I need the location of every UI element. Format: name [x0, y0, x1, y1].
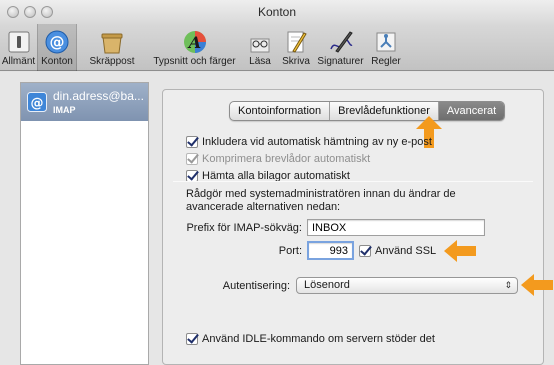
- toolbar-label: Läsa: [249, 56, 271, 67]
- toolbar-label: Skriva: [282, 56, 310, 67]
- idle-checkbox[interactable]: [186, 333, 198, 345]
- svg-text:A: A: [186, 33, 200, 52]
- include-label: Inkludera vid automatisk hämtning av ny …: [202, 136, 432, 148]
- toolbar-label: Signaturer: [317, 56, 364, 67]
- use-ssl-option[interactable]: Använd SSL: [359, 244, 436, 258]
- compact-label: Komprimera brevlådor automatiskt: [202, 153, 371, 165]
- account-settings-panel: Kontoinformation Brevlådefunktioner Avan…: [162, 89, 553, 365]
- authentication-label: Autentisering:: [222, 280, 290, 292]
- advanced-info-text: Rådgör med systemadministratören innan d…: [186, 188, 456, 213]
- at-sign-icon: @: [45, 30, 69, 54]
- toolbar-item-rules[interactable]: Regler: [367, 24, 405, 71]
- updown-arrows-icon: ⇕: [504, 280, 512, 290]
- font-color-icon: A: [183, 31, 206, 53]
- signature-pen-icon: [329, 31, 353, 53]
- port-label: Port:: [278, 245, 302, 257]
- switch-icon: [8, 31, 29, 53]
- tab-advanced[interactable]: Avancerat: [438, 102, 505, 120]
- toolbar-label: Regler: [371, 56, 401, 67]
- imap-prefix-input[interactable]: [307, 219, 485, 236]
- toolbar-item-reading[interactable]: Läsa: [242, 24, 278, 71]
- preferences-toolbar: Allmänt @ Konton Skräppost A Typsnitt oc…: [0, 24, 554, 71]
- toolbar-label: Typsnitt och färger: [153, 56, 236, 67]
- rules-icon: [376, 32, 396, 52]
- toolbar-item-accounts[interactable]: @ Konton: [37, 24, 77, 71]
- account-list: @ din.adress@ba... IMAP: [20, 82, 149, 365]
- section-divider: [173, 181, 533, 182]
- toolbar-item-junk-mail[interactable]: Skräppost: [77, 24, 147, 71]
- preferences-content: @ din.adress@ba... IMAP Kontoinformation…: [0, 72, 554, 365]
- toolbar-item-signatures[interactable]: Signaturer: [314, 24, 367, 71]
- orange-arrow-left-icon: [521, 274, 553, 296]
- authentication-select[interactable]: Lösenord ⇕: [296, 277, 518, 294]
- imap-prefix-label: Prefix för IMAP-sökväg:: [186, 222, 302, 234]
- port-input[interactable]: [307, 241, 354, 260]
- account-list-item[interactable]: @ din.adress@ba... IMAP: [21, 83, 148, 121]
- pencil-note-icon: [287, 31, 307, 53]
- svg-text:@: @: [31, 96, 44, 111]
- glasses-icon: [250, 38, 270, 53]
- compact-mailboxes-option: Komprimera brevlådor automatiskt: [186, 152, 370, 166]
- trash-bin-icon: [101, 33, 123, 54]
- orange-arrow-left-icon: [444, 240, 476, 262]
- toolbar-label: Konton: [41, 56, 73, 67]
- account-name: din.adress@ba...: [53, 89, 144, 103]
- ssl-label: Använd SSL: [375, 245, 437, 257]
- svg-text:@: @: [50, 33, 65, 51]
- toolbar-item-composing[interactable]: Skriva: [278, 24, 314, 71]
- window-title: Konton: [257, 5, 297, 19]
- idle-command-option[interactable]: Använd IDLE-kommando om servern stöder d…: [186, 332, 435, 346]
- authentication-value: Lösenord: [304, 279, 350, 291]
- toolbar-item-general[interactable]: Allmänt: [0, 24, 37, 71]
- idle-label: Använd IDLE-kommando om servern stöder d…: [202, 333, 435, 345]
- include-in-auto-check-option[interactable]: Inkludera vid automatisk hämtning av ny …: [186, 135, 432, 149]
- window-titlebar: Konton: [0, 0, 554, 24]
- account-type: IMAP: [53, 105, 76, 115]
- at-sign-icon: @: [27, 92, 47, 112]
- settings-tab-bar: Kontoinformation Brevlådefunktioner Avan…: [229, 101, 506, 121]
- toolbar-label: Skräppost: [89, 56, 135, 67]
- toolbar-item-fonts-colors[interactable]: A Typsnitt och färger: [147, 24, 242, 71]
- tab-account-information[interactable]: Kontoinformation: [230, 102, 331, 120]
- ssl-checkbox[interactable]: [359, 245, 371, 257]
- compact-checkbox: [186, 153, 198, 165]
- toolbar-label: Allmänt: [1, 56, 36, 67]
- include-checkbox[interactable]: [186, 136, 198, 148]
